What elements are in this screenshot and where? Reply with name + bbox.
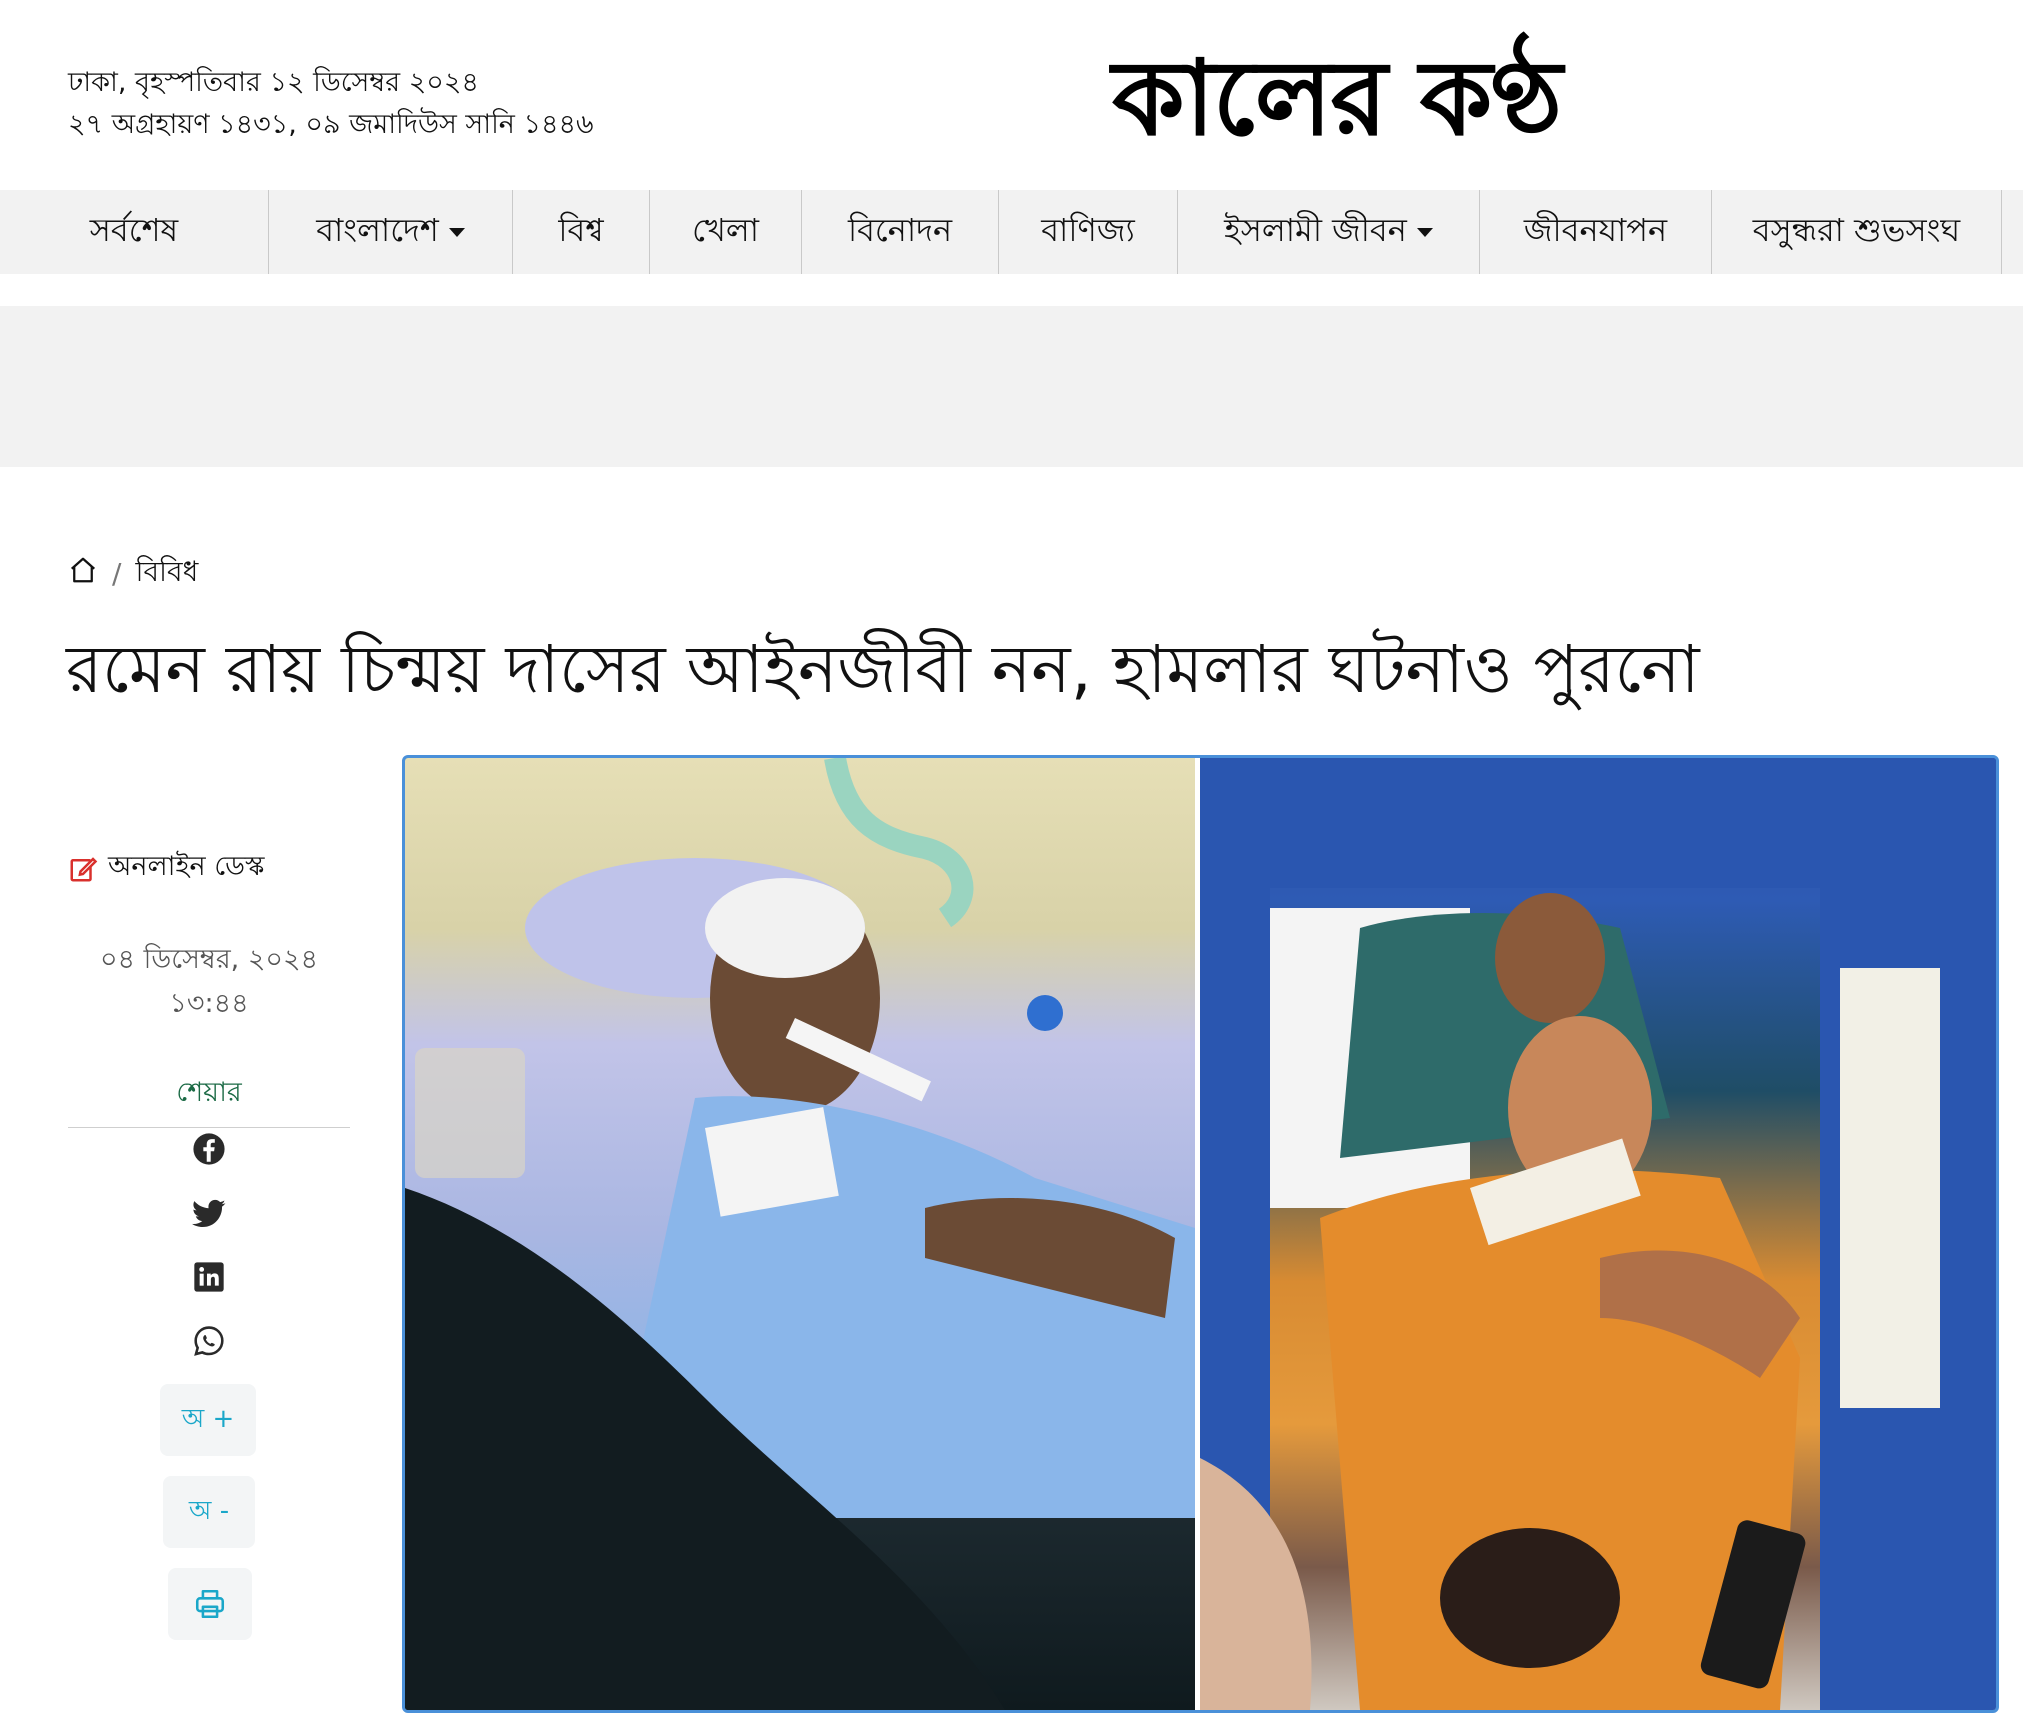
nav-item-entertainment[interactable]: বিনোদন bbox=[802, 190, 999, 274]
edit-icon bbox=[70, 856, 98, 881]
breadcrumb-category[interactable]: বিবিধ bbox=[135, 550, 198, 597]
ad-banner-slot bbox=[0, 306, 2023, 467]
chevron-down-icon bbox=[1416, 227, 1433, 237]
date-line-1: ঢাকা, বৃহস্পতিবার ১২ ডিসেম্বর ২০২৪ bbox=[68, 67, 479, 98]
article-lead-image[interactable] bbox=[402, 755, 1999, 1713]
nav-item-business[interactable]: বাণিজ্য bbox=[999, 190, 1178, 274]
facebook-icon[interactable] bbox=[190, 1130, 228, 1168]
nav-item-latest[interactable]: সর্বশেষ bbox=[0, 190, 269, 274]
share-label: শেয়ার bbox=[68, 1072, 350, 1128]
print-icon bbox=[195, 1589, 225, 1619]
nav-item-lifestyle[interactable]: জীবনযাপন bbox=[1480, 190, 1712, 274]
font-increase-button[interactable]: অ + bbox=[160, 1384, 256, 1456]
nav-item-world[interactable]: বিশ্ব bbox=[513, 190, 650, 274]
breadcrumb: / বিবিধ bbox=[68, 550, 198, 597]
whatsapp-icon[interactable] bbox=[190, 1322, 228, 1360]
article-author[interactable]: অনলাইন ডেস্ক bbox=[68, 846, 264, 891]
breadcrumb-separator: / bbox=[112, 557, 122, 590]
font-decrease-button[interactable]: অ - bbox=[163, 1476, 255, 1548]
author-name: অনলাইন ডেস্ক bbox=[108, 851, 265, 882]
site-logo[interactable]: কালের কণ্ঠ bbox=[1112, 38, 1562, 158]
nav-item-bangladesh[interactable]: বাংলাদেশ bbox=[269, 190, 513, 274]
lead-image-hospital-photo bbox=[405, 758, 1195, 1710]
lead-image-arrest-photo bbox=[1200, 758, 1996, 1710]
nav-item-sports[interactable]: খেলা bbox=[650, 190, 802, 274]
publish-date: ০৪ ডিসেম্বর, ২০২৪ ১৩:৪৪ bbox=[68, 938, 350, 1026]
main-nav: সর্বশেষ বাংলাদেশ বিশ্ব খেলা বিনোদন বাণিজ… bbox=[0, 190, 2023, 274]
print-button[interactable] bbox=[168, 1568, 252, 1640]
nav-item-subhosangha[interactable]: বসুন্ধরা শুভসংঘ bbox=[1712, 190, 2002, 274]
home-icon[interactable] bbox=[68, 555, 98, 592]
publish-time: ১৩:৪৪ bbox=[169, 988, 249, 1019]
article-headline: রমেন রায় চিন্ময় দাসের আইনজীবী নন, হামল… bbox=[66, 631, 1700, 708]
publish-date-day: ০৪ ডিসেম্বর, ২০২৪ bbox=[99, 944, 319, 975]
twitter-icon[interactable] bbox=[190, 1195, 228, 1233]
date-line-2: ২৭ অগ্রহায়ণ ১৪৩১, ০৯ জমাদিউস সানি ১৪৪৬ bbox=[68, 109, 594, 140]
header-date: ঢাকা, বৃহস্পতিবার ১২ ডিসেম্বর ২০২৪ ২৭ অগ… bbox=[68, 62, 594, 146]
nav-item-islamic-life[interactable]: ইসলামী জীবন bbox=[1178, 190, 1480, 274]
linkedin-icon[interactable] bbox=[190, 1258, 228, 1296]
chevron-down-icon bbox=[448, 227, 465, 237]
